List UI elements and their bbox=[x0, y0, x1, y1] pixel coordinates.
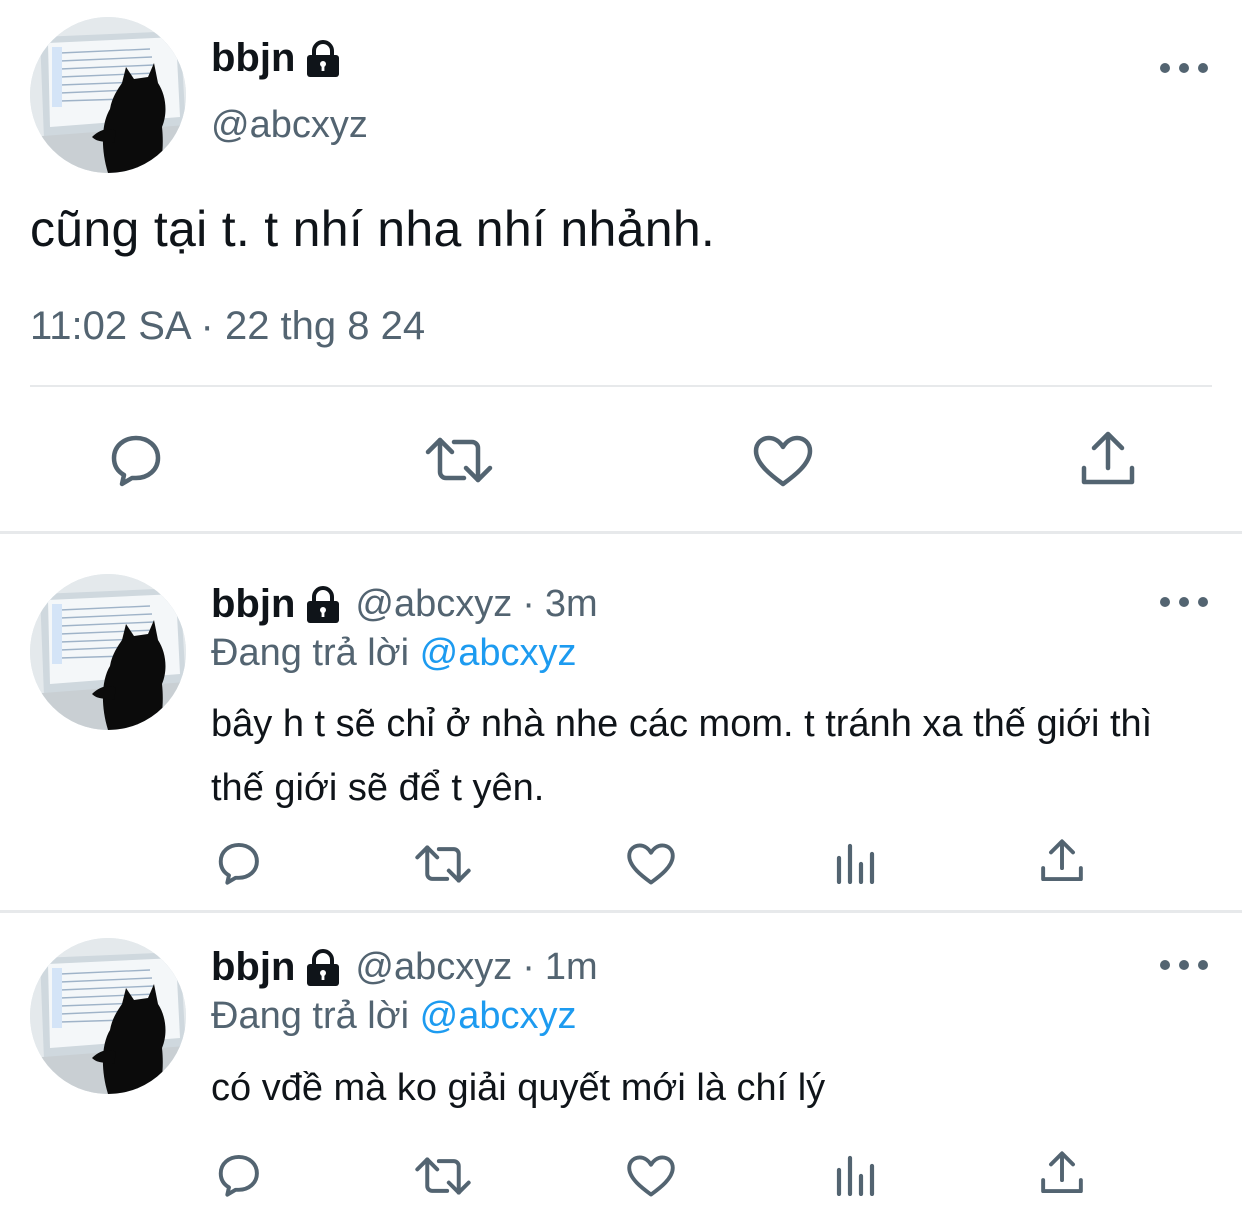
handle[interactable]: @abcxyz bbox=[355, 946, 512, 989]
more-icon[interactable] bbox=[1160, 955, 1208, 975]
analytics-icon[interactable] bbox=[834, 1154, 878, 1196]
display-name[interactable]: bbjn bbox=[211, 36, 341, 81]
reply-icon[interactable] bbox=[214, 1152, 262, 1198]
avatar[interactable] bbox=[30, 938, 186, 1094]
reply-icon[interactable] bbox=[214, 840, 262, 886]
replying-label: Đang trả lời bbox=[211, 995, 410, 1037]
replying-to: Đang trả lời @abcxyz bbox=[211, 995, 577, 1038]
mention-link[interactable]: @abcxyz bbox=[420, 632, 577, 674]
share-icon[interactable] bbox=[1080, 430, 1136, 488]
tweet-time[interactable]: 1m bbox=[545, 946, 598, 989]
display-name[interactable]: bbjn bbox=[211, 582, 295, 627]
reply-icon[interactable] bbox=[106, 432, 164, 488]
divider bbox=[30, 385, 1212, 387]
handle[interactable]: @abcxyz bbox=[355, 583, 512, 626]
tweet-timestamp[interactable]: 11:02 SA · 22 thg 8 24 bbox=[30, 304, 425, 349]
like-icon[interactable] bbox=[626, 842, 676, 886]
separator: · bbox=[522, 583, 535, 625]
like-icon[interactable] bbox=[752, 434, 814, 488]
mention-link[interactable]: @abcxyz bbox=[420, 995, 577, 1037]
share-icon[interactable] bbox=[1040, 1150, 1084, 1196]
display-name-text: bbjn bbox=[211, 36, 296, 80]
reply-header: bbjn @abcxyz · 3m bbox=[211, 582, 598, 627]
share-icon[interactable] bbox=[1040, 838, 1084, 884]
lock-icon bbox=[307, 948, 340, 986]
display-name[interactable]: bbjn bbox=[211, 945, 295, 990]
analytics-icon[interactable] bbox=[834, 842, 878, 884]
handle[interactable]: @abcxyz bbox=[211, 104, 368, 147]
retweet-icon[interactable] bbox=[414, 1154, 472, 1198]
like-icon[interactable] bbox=[626, 1154, 676, 1198]
more-icon[interactable] bbox=[1160, 58, 1208, 78]
avatar[interactable] bbox=[30, 574, 186, 730]
tweet-text: có vđề mà ko giải quyết mới là chí lý bbox=[211, 1067, 826, 1109]
divider bbox=[0, 910, 1242, 913]
lock-icon bbox=[307, 585, 340, 623]
replying-to: Đang trả lời @abcxyz bbox=[211, 632, 577, 675]
tweet-text: cũng tại t. t nhí nha nhí nhảnh. bbox=[30, 201, 716, 257]
divider bbox=[0, 531, 1242, 534]
replying-label: Đang trả lời bbox=[211, 632, 410, 674]
tweet-text: bây h t sẽ chỉ ở nhà nhe các mom. t trán… bbox=[211, 703, 1153, 809]
separator: · bbox=[522, 946, 535, 988]
tweet-time[interactable]: 3m bbox=[545, 583, 598, 626]
more-icon[interactable] bbox=[1160, 592, 1208, 612]
avatar[interactable] bbox=[30, 17, 186, 173]
retweet-icon[interactable] bbox=[414, 842, 472, 886]
retweet-icon[interactable] bbox=[424, 434, 494, 486]
reply-header: bbjn @abcxyz · 1m bbox=[211, 945, 598, 990]
lock-icon bbox=[307, 39, 340, 77]
